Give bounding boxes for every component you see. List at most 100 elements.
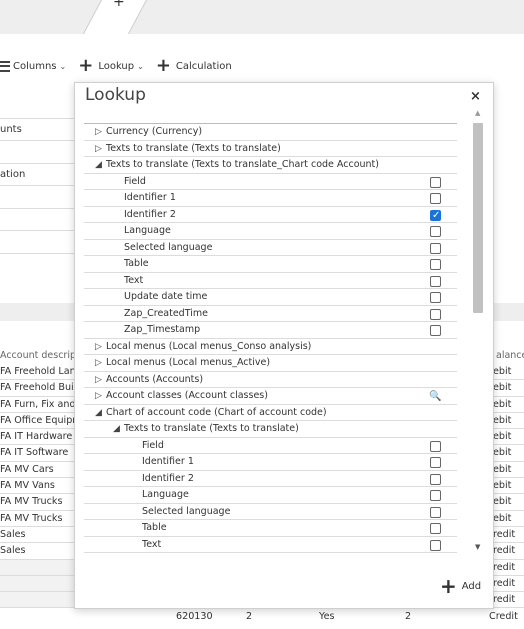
scrollbar-thumb[interactable]: [473, 123, 483, 313]
columns-button[interactable]: Columns ⌄: [0, 60, 66, 72]
field-checkbox[interactable]: [430, 325, 441, 336]
tree-item[interactable]: Identifier 1: [84, 190, 457, 207]
expand-icon[interactable]: ▷: [95, 339, 102, 355]
account-cell[interactable]: FA Office Equipr: [0, 413, 76, 430]
table-row[interactable]: ation: [0, 164, 74, 186]
balance-cell[interactable]: ebit: [493, 429, 524, 446]
tree-item[interactable]: ▷ Local menus (Local menus_Active): [84, 355, 457, 372]
account-cell[interactable]: FA MV Trucks: [0, 494, 76, 511]
field-checkbox[interactable]: [430, 457, 441, 468]
expand-icon[interactable]: ▷: [95, 355, 102, 371]
tree-item[interactable]: ◢ Texts to translate (Texts to translate): [84, 421, 457, 438]
expand-icon[interactable]: ▷: [95, 372, 102, 388]
balance-cell[interactable]: ebit: [493, 494, 524, 511]
account-cell[interactable]: [0, 559, 76, 576]
table-row[interactable]: unts: [0, 119, 74, 141]
account-cell[interactable]: FA Furn, Fix and: [0, 397, 76, 413]
field-checkbox[interactable]: [430, 193, 441, 204]
tree-item[interactable]: ▷ Account classes (Account classes) 🔍: [84, 388, 457, 405]
search-icon[interactable]: 🔍: [429, 389, 441, 405]
account-cell[interactable]: FA Freehold Bui: [0, 380, 76, 397]
account-cell[interactable]: Sales: [0, 527, 76, 544]
scroll-down-icon[interactable]: ▼: [475, 543, 480, 551]
tree-item[interactable]: Language: [84, 223, 457, 240]
table-row[interactable]: 620130 2 Yes 2 Credit: [0, 609, 524, 625]
balance-cell[interactable]: ebit: [493, 462, 524, 479]
tree-item[interactable]: Table: [84, 520, 457, 537]
field-checkbox[interactable]: [430, 308, 441, 320]
expand-icon[interactable]: ▷: [95, 388, 102, 404]
account-cell[interactable]: Sales: [0, 543, 76, 560]
add-tab-icon[interactable]: +: [113, 0, 125, 10]
balance-cell[interactable]: redit: [493, 527, 524, 544]
table-row[interactable]: [0, 96, 74, 119]
balance-cell[interactable]: redit: [493, 576, 524, 593]
tree-item[interactable]: Zap_Timestamp: [84, 322, 457, 339]
tree-item[interactable]: Text: [84, 273, 457, 289]
balance-cell[interactable]: redit: [493, 592, 524, 609]
collapse-icon[interactable]: ◢: [95, 405, 102, 421]
table-row[interactable]: [0, 186, 74, 209]
tree-item[interactable]: ▷ Local menus (Local menus_Conso analysis…: [84, 339, 457, 355]
tree-item[interactable]: Selected language: [84, 240, 457, 256]
balance-cell[interactable]: ebit: [493, 511, 524, 527]
account-cell[interactable]: FA Freehold Lan: [0, 364, 76, 381]
account-description-header[interactable]: Account descrip: [0, 350, 76, 361]
balance-cell[interactable]: ebit: [493, 364, 524, 381]
tree-item[interactable]: Text: [84, 537, 457, 553]
tree-item[interactable]: Identifier 2: [84, 471, 457, 487]
tree-item[interactable]: Field: [84, 438, 457, 454]
tree-item[interactable]: ◢ Chart of account code (Chart of account…: [84, 405, 457, 421]
tree-item[interactable]: Zap_CreatedTime: [84, 306, 457, 322]
tree-item[interactable]: Selected language: [84, 504, 457, 520]
table-row[interactable]: [0, 231, 74, 254]
balance-cell[interactable]: ebit: [493, 478, 524, 495]
close-icon[interactable]: ×: [470, 89, 481, 104]
field-checkbox[interactable]: [430, 506, 441, 518]
balance-cell[interactable]: ebit: [493, 397, 524, 413]
field-checkbox[interactable]: [430, 226, 441, 237]
tree-item[interactable]: ▷ Texts to translate (Texts to translate): [84, 141, 457, 157]
field-checkbox[interactable]: [430, 242, 441, 254]
collapse-icon[interactable]: ◢: [95, 157, 102, 173]
tree-item[interactable]: ▷ Accounts (Accounts): [84, 372, 457, 388]
lookup-button[interactable]: + Lookup ⌄: [78, 57, 144, 75]
field-checkbox[interactable]: [430, 473, 441, 485]
balance-cell[interactable]: redit: [493, 560, 524, 576]
tree-item[interactable]: Table: [84, 256, 457, 273]
field-checkbox[interactable]: [430, 176, 441, 188]
tree-item[interactable]: ◢ Texts to translate (Texts to translate_…: [84, 157, 457, 174]
field-checkbox[interactable]: [430, 259, 441, 270]
table-row[interactable]: [0, 209, 74, 231]
tree-item[interactable]: ▷ Currency (Currency): [84, 124, 457, 141]
account-cell[interactable]: [0, 575, 76, 593]
expand-icon[interactable]: ▷: [95, 124, 102, 140]
tree-item[interactable]: Language: [84, 487, 457, 504]
account-cell[interactable]: FA IT Software: [0, 445, 76, 462]
expand-icon[interactable]: ▷: [95, 141, 102, 157]
account-cell[interactable]: [0, 592, 76, 609]
balance-cell[interactable]: ebit: [493, 413, 524, 430]
field-checkbox[interactable]: [430, 523, 441, 534]
tree-item[interactable]: Update date time: [84, 289, 457, 306]
account-cell[interactable]: FA MV Vans: [0, 478, 76, 495]
collapse-icon[interactable]: ◢: [113, 421, 120, 437]
field-checkbox[interactable]: [430, 440, 441, 452]
balance-cell[interactable]: redit: [493, 543, 524, 560]
tree-item[interactable]: Identifier 2: [84, 207, 457, 224]
balance-header[interactable]: alance: [496, 350, 524, 361]
table-row[interactable]: [0, 141, 74, 164]
balance-cell[interactable]: ebit: [493, 445, 524, 462]
tree-item[interactable]: Field: [84, 174, 457, 190]
account-cell[interactable]: FA MV Cars: [0, 462, 76, 479]
field-checkbox[interactable]: [430, 208, 441, 224]
field-checkbox[interactable]: [430, 292, 441, 303]
tree-item[interactable]: Identifier 1: [84, 454, 457, 471]
balance-cell[interactable]: ebit: [493, 380, 524, 397]
calculation-button[interactable]: + Calculation: [156, 57, 232, 75]
account-cell[interactable]: FA IT Hardware: [0, 429, 76, 446]
add-button[interactable]: + Add: [440, 576, 481, 596]
field-checkbox[interactable]: [430, 490, 441, 501]
field-checkbox[interactable]: [430, 539, 441, 551]
account-cell[interactable]: FA MV Trucks: [0, 511, 76, 527]
